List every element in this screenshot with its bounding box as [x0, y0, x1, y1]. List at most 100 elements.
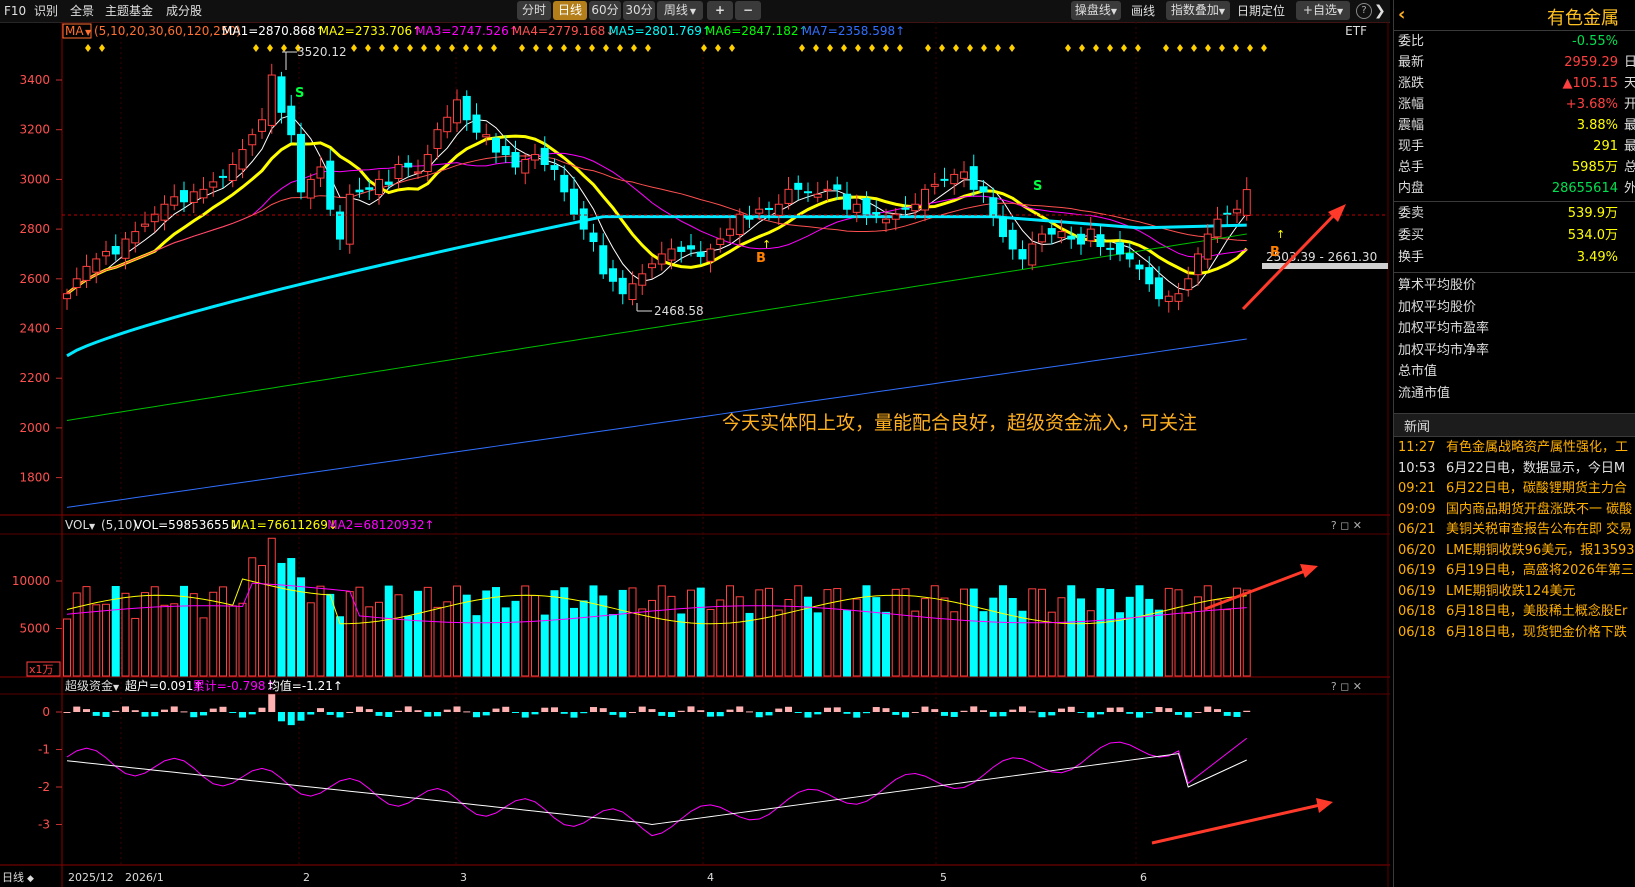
- period-tab-30min[interactable]: 30分: [623, 1, 655, 20]
- fund-bar[interactable]: [551, 707, 558, 712]
- period-tab-daily[interactable]: 日线: [553, 1, 587, 20]
- candlestick[interactable]: [1223, 212, 1232, 215]
- fund-bar[interactable]: [258, 707, 266, 712]
- volume-bar[interactable]: [999, 585, 1007, 677]
- news-item[interactable]: 09:21 6月22日电，碳酸锂期货主力合: [1394, 479, 1635, 499]
- volume-bar[interactable]: [813, 612, 822, 677]
- candlestick[interactable]: [696, 251, 705, 257]
- fund-bar[interactable]: [599, 708, 607, 712]
- volume-bar[interactable]: [102, 603, 110, 677]
- volume-bar[interactable]: [735, 596, 744, 677]
- candlestick[interactable]: [228, 163, 237, 182]
- fund-bar[interactable]: [317, 708, 324, 712]
- candlestick[interactable]: [667, 248, 676, 261]
- candlestick[interactable]: [960, 171, 968, 179]
- volume-bar[interactable]: [1106, 589, 1115, 677]
- candlestick[interactable]: [745, 215, 754, 220]
- fund-bar[interactable]: [960, 710, 968, 712]
- candlestick[interactable]: [160, 203, 169, 221]
- fund-bar[interactable]: [560, 712, 568, 714]
- pane-controls[interactable]: ? ◻ ✕: [1331, 519, 1362, 532]
- volume-bar[interactable]: [1057, 597, 1066, 677]
- fund-bar[interactable]: [989, 712, 997, 717]
- fund-bar[interactable]: [570, 712, 578, 718]
- candlestick[interactable]: [219, 175, 227, 178]
- news-item[interactable]: 06/18 6月18日电，现货钯金价格下跌: [1394, 623, 1635, 643]
- fund-bar[interactable]: [648, 709, 656, 712]
- candlestick[interactable]: [628, 283, 637, 301]
- candlestick[interactable]: [355, 189, 364, 193]
- volume-bar[interactable]: [1174, 589, 1183, 677]
- fund-bar[interactable]: [92, 712, 100, 716]
- fund-bar[interactable]: [1175, 712, 1182, 715]
- fund-bar[interactable]: [1067, 706, 1075, 712]
- candlestick[interactable]: [531, 154, 539, 161]
- candlestick[interactable]: [882, 218, 890, 224]
- volume-bar[interactable]: [589, 585, 598, 677]
- volume-bar[interactable]: [891, 588, 900, 677]
- volume-bar[interactable]: [765, 587, 773, 677]
- fund-bar[interactable]: [278, 712, 285, 722]
- volume-bar[interactable]: [209, 591, 218, 677]
- volume-bar[interactable]: [862, 585, 871, 677]
- fund-bar[interactable]: [1145, 712, 1153, 714]
- candlestick[interactable]: [1135, 264, 1144, 270]
- volume-bar[interactable]: [579, 600, 588, 677]
- fund-bar[interactable]: [1077, 712, 1085, 713]
- candlestick[interactable]: [501, 146, 510, 156]
- candlestick[interactable]: [765, 207, 773, 210]
- fund-bar[interactable]: [307, 712, 315, 715]
- candlestick[interactable]: [784, 188, 793, 204]
- fund-bar[interactable]: [385, 712, 393, 717]
- candlestick[interactable]: [1242, 189, 1251, 216]
- fund-bar[interactable]: [931, 709, 939, 712]
- candlestick[interactable]: [1233, 208, 1241, 214]
- fund-bar[interactable]: [609, 712, 617, 715]
- fund-bar[interactable]: [141, 712, 149, 717]
- volume-bar[interactable]: [82, 586, 91, 677]
- candlestick[interactable]: [336, 211, 344, 240]
- fund-bar[interactable]: [434, 712, 441, 717]
- fund-bar[interactable]: [521, 712, 529, 718]
- volume-bar[interactable]: [326, 593, 335, 677]
- candlestick[interactable]: [170, 196, 179, 206]
- fund-bar[interactable]: [404, 706, 412, 712]
- fund-bar[interactable]: [755, 712, 763, 718]
- theme-fund-button[interactable]: 主题基金: [105, 2, 153, 20]
- candlestick[interactable]: [911, 203, 920, 212]
- fund-bar[interactable]: [443, 709, 451, 712]
- volume-bar[interactable]: [258, 565, 266, 677]
- volume-bar[interactable]: [1164, 587, 1173, 677]
- fund-bar[interactable]: [248, 712, 256, 715]
- candlestick[interactable]: [121, 238, 130, 259]
- volume-bar[interactable]: [911, 610, 920, 677]
- volume-bar[interactable]: [1028, 588, 1037, 677]
- candlestick[interactable]: [209, 181, 218, 188]
- volume-bar[interactable]: [638, 608, 647, 677]
- candlestick[interactable]: [852, 203, 861, 213]
- candlestick[interactable]: [345, 193, 354, 245]
- fund-bar[interactable]: [1038, 712, 1046, 718]
- fund-bar[interactable]: [131, 710, 139, 712]
- fund-bar[interactable]: [395, 710, 402, 712]
- fund-bar[interactable]: [580, 712, 588, 714]
- candlestick[interactable]: [1155, 277, 1163, 300]
- volume-bar[interactable]: [1184, 612, 1193, 677]
- candlestick[interactable]: [862, 198, 871, 215]
- fund-bar[interactable]: [122, 706, 129, 712]
- fund-bar[interactable]: [872, 707, 880, 712]
- volume-bar[interactable]: [618, 589, 627, 677]
- fund-bar[interactable]: [1184, 712, 1192, 718]
- candlestick[interactable]: [940, 178, 949, 181]
- candlestick[interactable]: [482, 134, 491, 138]
- candlestick[interactable]: [258, 119, 266, 132]
- volume-bar[interactable]: [1213, 599, 1222, 677]
- volume-bar[interactable]: [180, 585, 188, 677]
- fund-bar[interactable]: [512, 712, 519, 713]
- fund-bar[interactable]: [297, 712, 305, 721]
- volume-bar[interactable]: [1155, 609, 1163, 677]
- candlestick[interactable]: [1106, 247, 1115, 250]
- fund-bar[interactable]: [268, 694, 276, 712]
- fund-bar[interactable]: [1028, 711, 1036, 713]
- volume-bar[interactable]: [1018, 610, 1027, 677]
